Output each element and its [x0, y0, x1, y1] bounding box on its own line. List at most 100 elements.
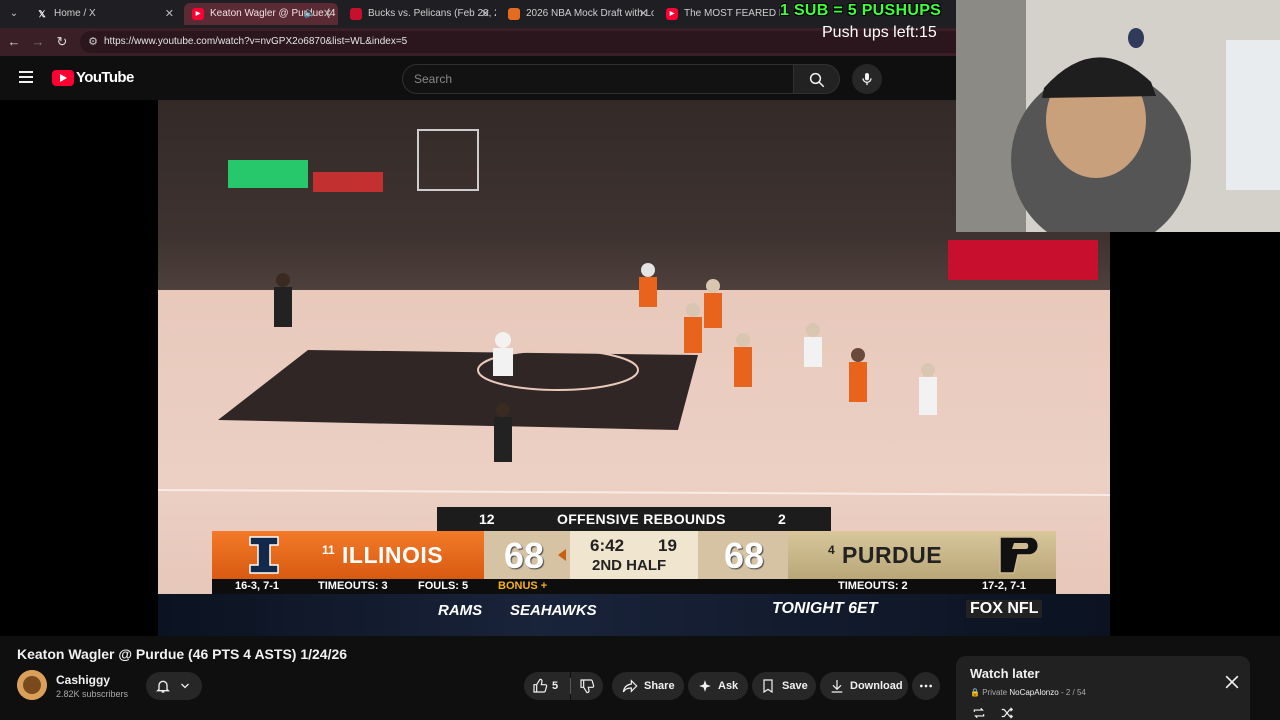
- tab-bucks-pelicans[interactable]: Bucks vs. Pelicans (Feb 20, 2026 ✕: [342, 3, 496, 25]
- forward-arrow-icon[interactable]: →: [30, 34, 46, 50]
- away-record: 16-3, 7-1: [235, 580, 280, 592]
- url-text[interactable]: https://www.youtube.com/watch?v=nvGPX2o6…: [104, 31, 407, 53]
- more-horizontal-icon: [920, 684, 932, 688]
- reload-icon[interactable]: ↻: [54, 34, 70, 50]
- away-timeouts: TIMEOUTS: 3: [318, 580, 388, 592]
- watch-later-title[interactable]: Watch later: [970, 666, 1040, 681]
- tab-feared-defender[interactable]: ▶ The MOST FEARED Defender: [658, 3, 780, 25]
- away-team-panel: 11 ILLINOIS: [212, 531, 484, 579]
- streamer-silhouette: [956, 0, 1280, 232]
- video-title: Keaton Wagler @ Purdue (46 PTS 4 ASTS) 1…: [17, 646, 348, 662]
- ask-button[interactable]: Ask: [688, 672, 748, 700]
- lock-icon: 🔒: [970, 688, 980, 697]
- subscriber-count: 2.82K subscribers: [56, 689, 129, 699]
- stat-label: OFFENSIVE REBOUNDS: [557, 511, 726, 527]
- stat-left-value: 12: [479, 511, 495, 527]
- home-team-panel: 4 PURDUE: [788, 531, 1056, 579]
- away-rank: 11: [322, 543, 335, 557]
- possession-arrow-icon: [558, 549, 566, 561]
- close-icon[interactable]: [1222, 672, 1242, 692]
- download-icon: [831, 680, 843, 693]
- home-rank: 4: [828, 543, 835, 557]
- voice-search-button[interactable]: [852, 64, 882, 94]
- more-actions-button[interactable]: [912, 672, 940, 700]
- game-period: 2ND HALF: [592, 557, 667, 574]
- home-timeouts: TIMEOUTS: 2: [838, 580, 908, 592]
- like-button[interactable]: 5: [524, 672, 570, 700]
- illinois-logo: [249, 536, 279, 574]
- tab-close-icon[interactable]: ✕: [165, 3, 174, 25]
- loop-icon[interactable]: [972, 706, 986, 720]
- sparkle-icon: [699, 680, 711, 692]
- tab-close-icon[interactable]: ✕: [481, 3, 490, 25]
- download-button[interactable]: Download: [820, 672, 908, 700]
- channel-name[interactable]: Cashiggy: [56, 673, 110, 687]
- promo-team-left: RAMS: [438, 602, 483, 619]
- nfl-promo-banner: RAMS SEAHAWKS TONIGHT 6ET FOX NFL: [158, 594, 1110, 636]
- game-clock: 6:42: [590, 536, 625, 555]
- away-fouls: FOULS: 5: [418, 580, 469, 592]
- away-score: 68: [504, 535, 545, 576]
- playlist-owner[interactable]: NoCapAlonzo: [1009, 688, 1058, 697]
- notification-bell-button[interactable]: [146, 672, 202, 700]
- share-icon: [622, 679, 638, 693]
- watch-later-panel: Watch later 🔒 Private NoCapAlonzo - 2 / …: [956, 656, 1250, 720]
- save-button[interactable]: Save: [752, 672, 816, 700]
- back-arrow-icon[interactable]: ←: [6, 34, 22, 50]
- tab-close-icon[interactable]: ✕: [323, 3, 332, 25]
- tankathon-icon: [508, 8, 520, 20]
- youtube-icon: ▶: [192, 8, 204, 20]
- fox-nfl-logo: FOX NFL: [966, 600, 1043, 618]
- tab-close-icon[interactable]: ✕: [639, 3, 648, 25]
- stat-bar: 12 OFFENSIVE REBOUNDS 2: [437, 507, 831, 531]
- tab-mock-draft[interactable]: 2026 NBA Mock Draft with Lott ✕: [500, 3, 654, 25]
- webcam-overlay: [956, 0, 1280, 232]
- promo-time: TONIGHT 6ET: [772, 600, 878, 617]
- search-input[interactable]: [414, 65, 784, 93]
- home-score-panel: 68: [698, 531, 788, 579]
- playlist-meta: 🔒 Private NoCapAlonzo - 2 / 54: [970, 688, 1086, 697]
- search-button[interactable]: [794, 64, 840, 94]
- bonus-indicator: BONUS +: [498, 580, 548, 592]
- home-team-name: PURDUE: [842, 542, 943, 568]
- thumbs-down-icon: [580, 679, 595, 694]
- away-score-panel: 68: [484, 531, 570, 579]
- like-count: 5: [552, 680, 559, 692]
- away-team-name: ILLINOIS: [342, 542, 444, 568]
- thumbs-up-icon: [533, 678, 548, 693]
- speaker-icon[interactable]: 🔈: [304, 3, 316, 25]
- bell-icon: [156, 680, 170, 693]
- promo-team-right: SEAHAWKS: [510, 602, 597, 619]
- share-button[interactable]: Share: [612, 672, 684, 700]
- stat-right-value: 2: [778, 511, 786, 527]
- menu-icon[interactable]: [19, 71, 33, 86]
- tab-youtube-video[interactable]: ▶ Keaton Wagler @ Purdue (4 🔈 ✕: [184, 3, 338, 25]
- youtube-play-icon: [52, 70, 74, 86]
- chevron-down-icon: [181, 683, 189, 689]
- dislike-button[interactable]: [571, 672, 603, 700]
- shot-clock: 19: [658, 536, 677, 555]
- youtube-header: YouTube: [0, 56, 960, 100]
- x-icon: 𝕏: [38, 9, 46, 19]
- tab-search-button[interactable]: ⌄: [6, 6, 22, 22]
- game-clock-panel: 6:42 19 2ND HALF: [570, 531, 698, 579]
- pushups-counter: Push ups left:15: [822, 24, 937, 41]
- home-score: 68: [724, 535, 765, 576]
- tab-home-x[interactable]: 𝕏 Home / X ✕: [28, 3, 180, 25]
- playlist-position: 2 / 54: [1065, 688, 1086, 697]
- microphone-icon: [862, 73, 872, 85]
- pushups-overlay-title: 1 SUB = 5 PUSHUPS: [780, 2, 942, 19]
- search-box[interactable]: [402, 64, 794, 94]
- site-info-icon[interactable]: ⚙: [86, 35, 100, 49]
- channel-avatar-image: [17, 670, 47, 700]
- home-record: 17-2, 7-1: [982, 580, 1027, 592]
- shuffle-icon[interactable]: [1000, 706, 1014, 720]
- bookmark-icon: [763, 679, 773, 694]
- playlist-privacy: Private: [982, 688, 1008, 697]
- purdue-logo: [999, 536, 1039, 574]
- scorebug-subline: 16-3, 7-1 TIMEOUTS: 3 FOULS: 5 BONUS + T…: [212, 579, 1056, 594]
- youtube-icon: ▶: [666, 8, 678, 20]
- channel-avatar[interactable]: [17, 670, 47, 700]
- bbref-icon: [350, 8, 362, 20]
- player-side-margin: [1110, 232, 1280, 636]
